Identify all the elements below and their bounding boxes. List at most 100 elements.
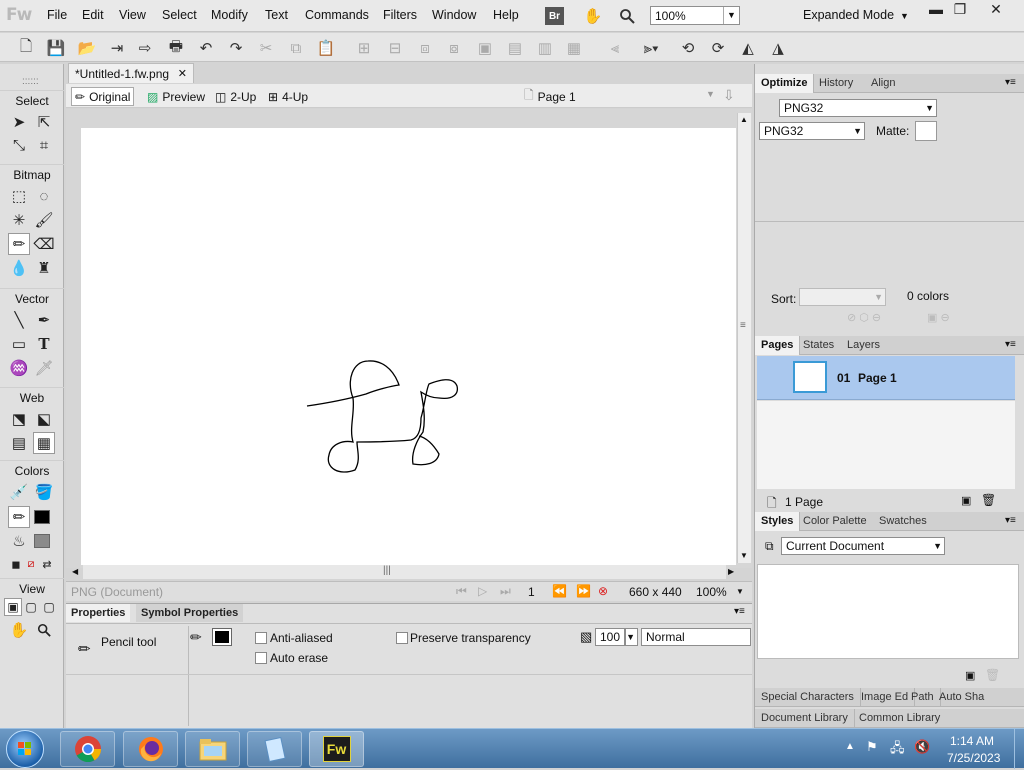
open-icon[interactable]: 📂 [76, 37, 98, 59]
taskbar-fireworks[interactable]: Fw [309, 731, 364, 767]
anti-aliased-checkbox[interactable] [255, 632, 267, 644]
new-style-icon[interactable]: ▣ [965, 669, 975, 682]
scroll-left-icon[interactable]: ◀ [72, 567, 78, 576]
tab-properties[interactable]: Properties [66, 604, 131, 622]
blur-tool-icon[interactable]: 💧 [8, 257, 30, 279]
vertical-scrollbar[interactable]: ▲ ≡ ▼ [737, 113, 751, 563]
pencil-tool-icon[interactable]: ✏ [8, 233, 30, 255]
tab-states[interactable]: States [797, 336, 840, 355]
workspace-mode-menu[interactable]: Expanded Mode [803, 8, 894, 22]
scale-tool-icon[interactable]: ⤡ [8, 134, 30, 156]
fill-bucket-icon[interactable]: ♨ [8, 530, 30, 552]
tab-special-characters[interactable]: Special Characters [755, 688, 861, 707]
pen-tool-icon[interactable]: ✒ [33, 309, 55, 331]
tab-history[interactable]: History [813, 74, 859, 93]
next-frame-icon[interactable]: ⏩ [576, 584, 591, 598]
bring-front-icon[interactable]: ▣ [474, 37, 496, 59]
stroke-color-swatch[interactable] [34, 510, 50, 524]
artboard[interactable] [81, 128, 736, 565]
scroll-grip-icon[interactable]: ≡ [740, 320, 746, 331]
hand-icon[interactable]: ✋ [582, 6, 604, 26]
matte-color-picker[interactable] [915, 121, 937, 141]
palette-tools-icon[interactable]: ⊘ ⬡ ⊖ [847, 311, 881, 324]
magic-wand-tool-icon[interactable]: ✳ [8, 209, 30, 231]
zoom-tool-icon[interactable] [33, 619, 55, 641]
redo-icon[interactable]: ↷ [225, 37, 247, 59]
page-selector[interactable]: 🗋 Page 1 [521, 87, 579, 106]
fullscreen-menu-icon[interactable]: ▢ [22, 598, 40, 616]
eraser-tool-icon[interactable]: ⌫ [33, 233, 55, 255]
text-tool-icon[interactable]: T [33, 333, 55, 355]
view-4up-button[interactable]: ⊞ 4-Up [265, 87, 311, 106]
marquee-tool-icon[interactable]: ⬚ [8, 185, 30, 207]
network-icon[interactable]: 🖧 [890, 739, 905, 761]
menu-select[interactable]: Select [162, 8, 197, 22]
rubber-stamp-tool-icon[interactable]: ♜ [33, 257, 55, 279]
status-zoom[interactable]: 100% [696, 585, 727, 599]
menu-edit[interactable]: Edit [82, 8, 104, 22]
stop-icon[interactable]: ⊗ [598, 584, 608, 598]
cut-icon[interactable]: ✂ [255, 37, 277, 59]
ungroup-icon[interactable]: ⊟ [384, 37, 406, 59]
show-desktop-button[interactable] [1014, 729, 1024, 769]
view-2up-button[interactable]: ◫ 2-Up [212, 87, 259, 106]
crop-tool-icon[interactable]: ⌗ [33, 134, 55, 156]
menu-commands[interactable]: Commands [305, 8, 369, 22]
document-tab[interactable]: *Untitled-1.fw.png ✕ [68, 63, 194, 83]
tab-align[interactable]: Align [865, 74, 901, 93]
hide-slices-icon[interactable]: ▤ [8, 432, 30, 454]
clock-date[interactable]: 7/25/2023 [947, 751, 1000, 765]
stroke-pencil-icon[interactable]: ✏ [8, 506, 30, 528]
close-tab-icon[interactable]: ✕ [178, 67, 187, 80]
delete-page-icon[interactable]: 🗑 [981, 493, 996, 507]
print-icon[interactable]: 🖶 [165, 37, 187, 59]
bring-forward-icon[interactable]: ▤ [504, 37, 526, 59]
join-icon[interactable]: ⧈ [414, 37, 436, 59]
clock-time[interactable]: 1:14 AM [950, 734, 994, 748]
tab-optimize[interactable]: Optimize [755, 74, 815, 93]
tab-symbol-properties[interactable]: Symbol Properties [136, 604, 244, 622]
flip-vertical-icon[interactable]: ◮ [767, 37, 789, 59]
palette-options-icon[interactable]: ▣ ⊖ [927, 311, 950, 324]
document-size[interactable]: 660 x 440 [629, 585, 682, 599]
show-hidden-icons[interactable]: ▲ [845, 741, 855, 752]
scroll-grip-icon[interactable]: ||| [383, 565, 391, 576]
close-button[interactable]: ✕ [980, 0, 1012, 20]
taskbar-explorer[interactable] [185, 731, 240, 767]
optimize-preset-select[interactable]: PNG32 ▼ [779, 99, 937, 117]
panel-menu-icon[interactable]: ▾≡ [1005, 77, 1016, 88]
page-options-icon[interactable]: ⇩ [723, 87, 735, 104]
auto-erase-checkbox[interactable] [255, 652, 267, 664]
blend-mode-select[interactable]: Normal [641, 628, 751, 646]
panel-menu-icon[interactable]: ▾≡ [734, 606, 745, 617]
prev-frame-icon[interactable]: ⏪ [552, 584, 567, 598]
line-tool-icon[interactable]: ╲ [8, 309, 30, 331]
delete-style-icon[interactable]: 🗑 [985, 668, 1000, 682]
send-backward-icon[interactable]: ▥ [534, 37, 556, 59]
tab-common-library[interactable]: Common Library [853, 709, 946, 728]
undo-icon[interactable]: ↶ [195, 37, 217, 59]
swap-colors-icon[interactable]: ⇄ [36, 553, 58, 575]
show-slices-icon[interactable]: ▦ [33, 432, 55, 454]
horizontal-scrollbar[interactable]: ||| [83, 565, 726, 579]
paste-icon[interactable]: 📋 [315, 37, 337, 59]
first-frame-icon[interactable]: ⏮ [456, 584, 467, 599]
taskbar-firefox[interactable] [123, 731, 178, 767]
brush-tool-icon[interactable]: 🖌 [33, 209, 55, 231]
opacity-input[interactable]: 100 [595, 628, 625, 646]
menu-filters[interactable]: Filters [383, 8, 417, 22]
tab-layers[interactable]: Layers [841, 336, 886, 355]
start-button[interactable] [6, 730, 44, 768]
pointer-tool-icon[interactable]: ➤ [8, 111, 30, 133]
save-icon[interactable]: 💾 [45, 37, 67, 59]
align-menu-icon[interactable]: ⫸▾ [636, 37, 666, 59]
import-icon[interactable]: ⇥ [106, 37, 128, 59]
menu-file[interactable]: File [47, 8, 67, 22]
bridge-button[interactable]: Br [545, 7, 564, 25]
split-icon[interactable]: ⧇ [443, 37, 465, 59]
scroll-down-icon[interactable]: ▼ [740, 551, 748, 560]
rotate-cw-icon[interactable]: ⟳ [707, 37, 729, 59]
page-list-item[interactable]: 01 Page 1 [757, 356, 1015, 400]
view-original-button[interactable]: ✏ Original [71, 87, 135, 106]
lasso-tool-icon[interactable]: ◌ [33, 185, 55, 207]
